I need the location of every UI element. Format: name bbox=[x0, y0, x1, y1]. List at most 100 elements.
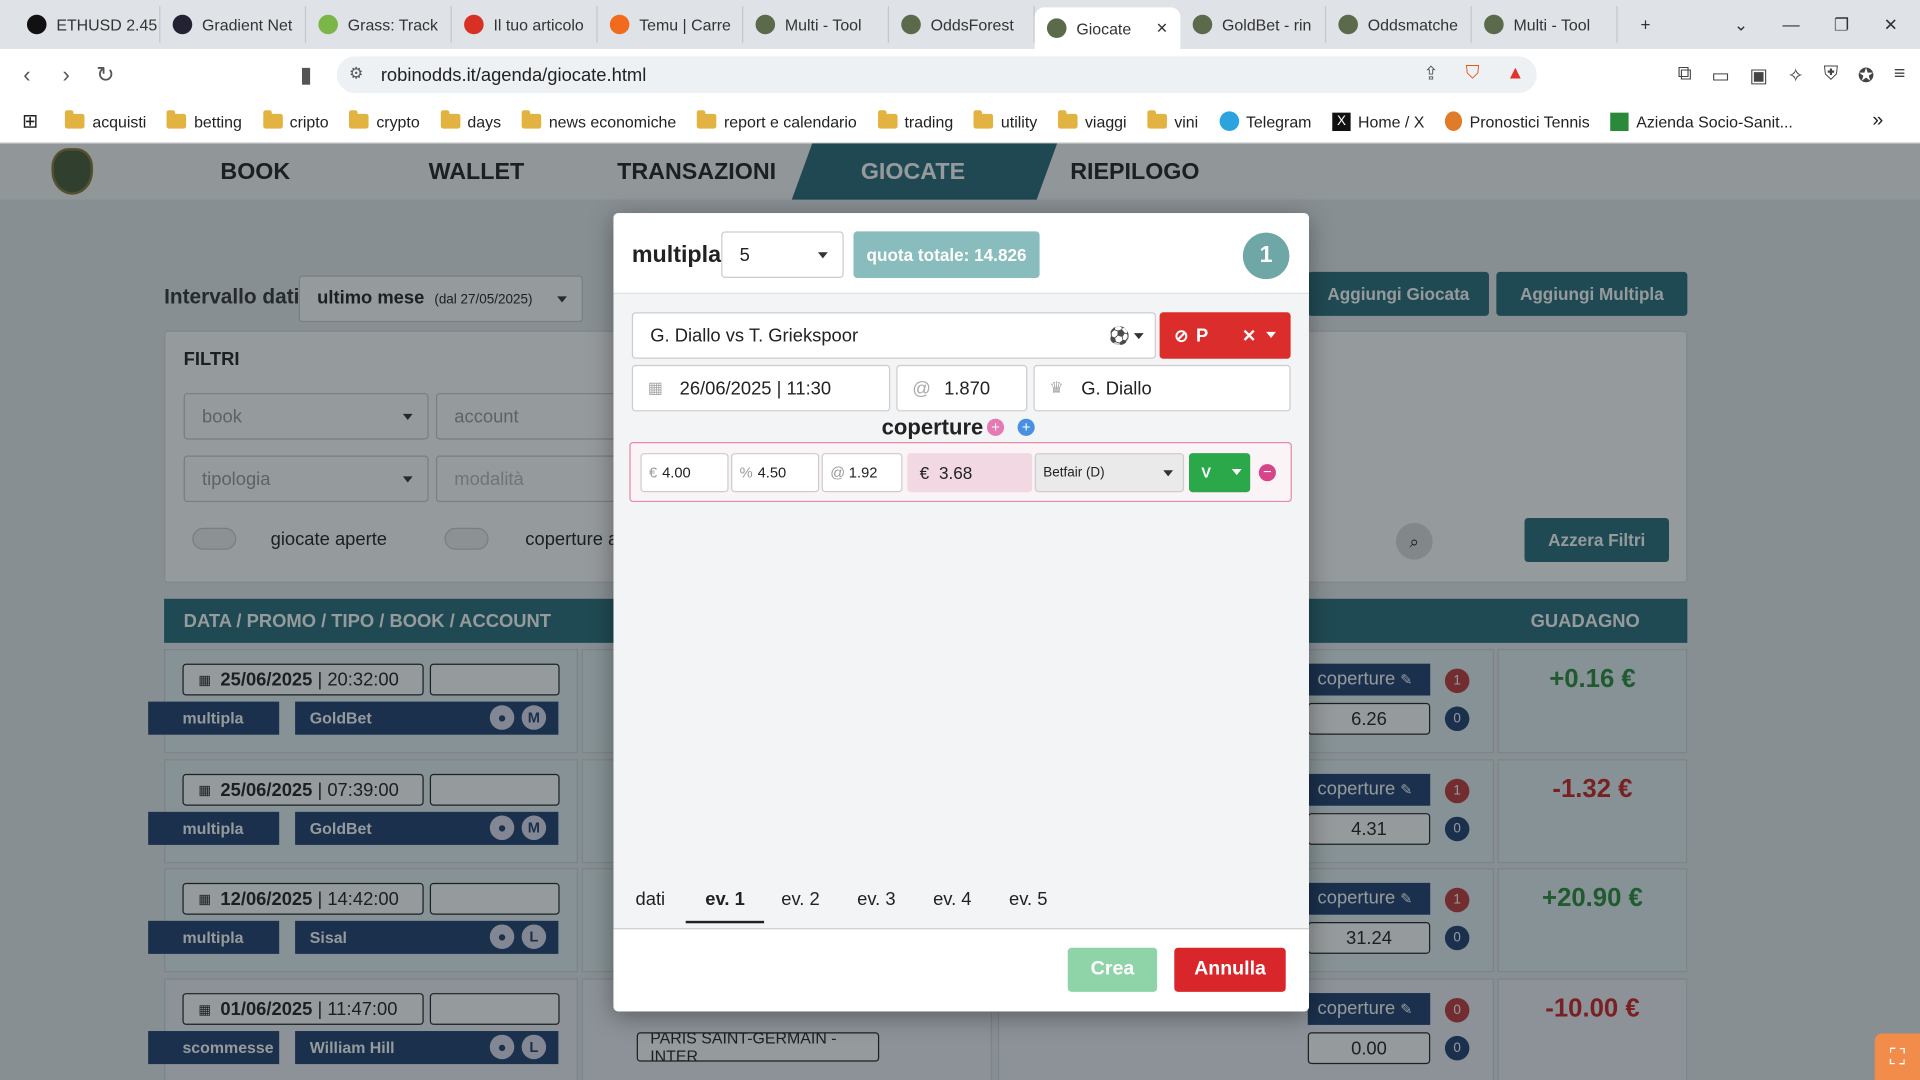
modal-tabs: dati ev. 1 ev. 2 ev. 3 ev. 4 ev. 5 bbox=[613, 880, 1309, 930]
bookmark-item[interactable]: Telegram bbox=[1219, 111, 1312, 132]
modal-tab-2[interactable]: ev. 2 bbox=[781, 889, 819, 910]
bookmark-item[interactable]: betting bbox=[167, 110, 242, 130]
bookmark-item[interactable]: Azienda Socio-Sanit... bbox=[1610, 112, 1793, 131]
browser-tab[interactable]: GoldBet - rin bbox=[1180, 6, 1327, 43]
modal-tab-4[interactable]: ev. 4 bbox=[933, 889, 971, 910]
bookmark-item[interactable]: report e calendario bbox=[697, 110, 857, 130]
x-icon: X bbox=[1332, 112, 1351, 131]
browser-tab[interactable]: Il tuo articolo bbox=[452, 6, 598, 43]
cov-stake-field[interactable]: €4.00 bbox=[640, 453, 729, 493]
brave-shield-icon[interactable]: ⛉ bbox=[1466, 62, 1480, 84]
azienda-icon bbox=[1610, 112, 1629, 131]
more-bookmarks-icon[interactable]: » bbox=[1872, 110, 1883, 132]
event-field[interactable]: G. Diallo vs T. Griekspoor ⚽ bbox=[631, 312, 1156, 359]
add-blue-icon[interactable]: + bbox=[1017, 418, 1035, 436]
url-field[interactable]: ⚙ robinodds.it/agenda/giocate.html ⇪ ⛉ ▲ bbox=[336, 56, 1537, 94]
chevron-down-icon bbox=[1133, 333, 1144, 340]
tab-search-icon[interactable]: ⌄ bbox=[1734, 14, 1748, 35]
bookmark-item[interactable]: viaggi bbox=[1058, 110, 1127, 130]
browser-tab[interactable]: Grass: Track bbox=[306, 6, 452, 43]
modal-tab-0[interactable]: dati bbox=[636, 889, 666, 910]
cov-result: €3.68 bbox=[907, 453, 1033, 493]
browser-tab[interactable]: Multi - Tool bbox=[743, 6, 889, 43]
crea-button[interactable]: Crea bbox=[1067, 947, 1158, 992]
cov-commission-field[interactable]: % 4.50 bbox=[731, 453, 820, 493]
close-icon[interactable]: ✕ bbox=[1242, 325, 1256, 346]
bookmark-label: crypto bbox=[376, 112, 420, 131]
browser-tab[interactable]: Giocate ✕ bbox=[1034, 7, 1181, 49]
site-info-icon[interactable]: ⚙ bbox=[349, 64, 363, 84]
tab-title: OddsForest bbox=[930, 15, 1014, 34]
brave-rewards-icon[interactable]: ▲ bbox=[1506, 62, 1524, 84]
tab-title: Il tuo articolo bbox=[493, 15, 584, 34]
bookmark-item[interactable]: acquisti bbox=[65, 110, 147, 131]
exchange-select[interactable]: Betfair (D) bbox=[1034, 453, 1185, 493]
tab-title: Oddsmatche bbox=[1367, 15, 1459, 34]
bookmark-item[interactable]: trading bbox=[877, 110, 954, 131]
bookmark-item[interactable]: X Home / X bbox=[1332, 112, 1424, 131]
menu-icon[interactable]: ≡ bbox=[1894, 64, 1905, 88]
cov-type-value: V bbox=[1201, 464, 1212, 482]
date-value: 26/06/2025 | 11:30 bbox=[679, 377, 832, 399]
vpn-icon[interactable]: ⛨ bbox=[1824, 64, 1839, 88]
share-icon[interactable]: ⇪ bbox=[1423, 62, 1438, 85]
modal-tab-1[interactable]: ev. 1 bbox=[685, 889, 765, 924]
event-count-select[interactable]: 5 bbox=[721, 231, 844, 278]
bookmark-item[interactable]: Pronostici Tennis bbox=[1445, 111, 1590, 132]
browser-tab[interactable]: ETHUSD 2.45 bbox=[15, 6, 161, 43]
wallet-icon[interactable]: ▣ bbox=[1749, 64, 1768, 88]
extensions-icon[interactable]: ⧉ bbox=[1678, 64, 1692, 88]
url-text: robinodds.it/agenda/giocate.html bbox=[380, 64, 647, 86]
browser-tab[interactable]: OddsForest bbox=[889, 6, 1035, 43]
date-field[interactable]: ▦ 26/06/2025 | 11:30 bbox=[631, 364, 891, 412]
forward-icon[interactable]: › bbox=[47, 62, 86, 88]
bookmark-label: acquisti bbox=[92, 112, 147, 131]
quota-totale-badge: quota totale: 14.826 bbox=[853, 231, 1040, 278]
chevron-down-icon bbox=[1163, 470, 1174, 477]
reload-icon[interactable]: ↻ bbox=[86, 62, 125, 88]
remove-icon[interactable]: − bbox=[1258, 463, 1276, 482]
profile-icon[interactable]: ✪ bbox=[1858, 64, 1874, 88]
modal-tab-5[interactable]: ev. 5 bbox=[1009, 889, 1047, 910]
bookmark-icon[interactable]: ▮ bbox=[287, 62, 326, 88]
new-tab-icon[interactable]: + bbox=[1641, 14, 1651, 35]
browser-tab[interactable]: Oddsmatche bbox=[1326, 6, 1472, 43]
tab-favicon-icon bbox=[26, 14, 47, 35]
bookmark-label: trading bbox=[904, 112, 954, 131]
tab-title: GoldBet - rin bbox=[1222, 15, 1312, 34]
back-icon[interactable]: ‹ bbox=[7, 62, 46, 88]
restore-icon[interactable]: ❐ bbox=[1834, 14, 1849, 35]
browser-tab[interactable]: Gradient Net bbox=[160, 6, 307, 43]
cov-type-button[interactable]: V bbox=[1188, 453, 1251, 493]
apps-grid-icon[interactable]: ⊞ bbox=[22, 109, 38, 133]
copertura-row: €4.00 % 4.50 @1.92 €3.68 Betfair (D) V − bbox=[629, 442, 1292, 503]
odds-field[interactable]: @ 1.870 bbox=[896, 364, 1028, 412]
annulla-button[interactable]: Annulla bbox=[1174, 947, 1286, 992]
bookmark-label: Telegram bbox=[1245, 112, 1312, 131]
esito-button[interactable]: ⊘ P ✕ bbox=[1159, 312, 1291, 359]
add-pink-icon[interactable]: + bbox=[986, 418, 1005, 436]
modal-tab-3[interactable]: ev. 3 bbox=[857, 889, 895, 910]
bookmark-item[interactable]: days bbox=[440, 110, 501, 130]
bookmark-item[interactable]: cripto bbox=[262, 110, 329, 130]
bookmark-item[interactable]: utility bbox=[973, 110, 1037, 130]
sidebar-icon[interactable]: ▭ bbox=[1711, 64, 1730, 88]
browser-tab[interactable]: Temu | Carre bbox=[598, 6, 744, 43]
tab-title: Giocate bbox=[1076, 18, 1132, 38]
bookmark-item[interactable]: news economiche bbox=[521, 110, 676, 130]
screenshot-tool-icon[interactable]: ⛶ bbox=[1874, 1033, 1920, 1080]
selection-field[interactable]: ♛ G. Diallo bbox=[1033, 364, 1291, 412]
cov-quota-field[interactable]: @1.92 bbox=[821, 453, 903, 493]
bookmark-item[interactable]: crypto bbox=[349, 110, 420, 131]
bookmark-item[interactable]: vini bbox=[1147, 110, 1198, 130]
bookmarks-bar: ⊞ acquisti betting cripto crypto days news eco… bbox=[0, 100, 1920, 144]
window-close-icon[interactable]: ✕ bbox=[1884, 14, 1898, 35]
multipla-modal: multipla 5 quota totale: 14.826 1 G. Dia… bbox=[613, 213, 1309, 1012]
close-icon[interactable]: ✕ bbox=[1156, 20, 1168, 37]
browser-tab[interactable]: Multi - Tool bbox=[1472, 6, 1618, 43]
event-count-value: 5 bbox=[739, 244, 750, 266]
minimize-icon[interactable]: — bbox=[1783, 14, 1800, 35]
leo-icon[interactable]: ✧ bbox=[1788, 64, 1804, 88]
bookmark-label: Azienda Socio-Sanit... bbox=[1636, 112, 1793, 131]
soccer-ball-icon[interactable]: ⚽ bbox=[1109, 326, 1130, 347]
